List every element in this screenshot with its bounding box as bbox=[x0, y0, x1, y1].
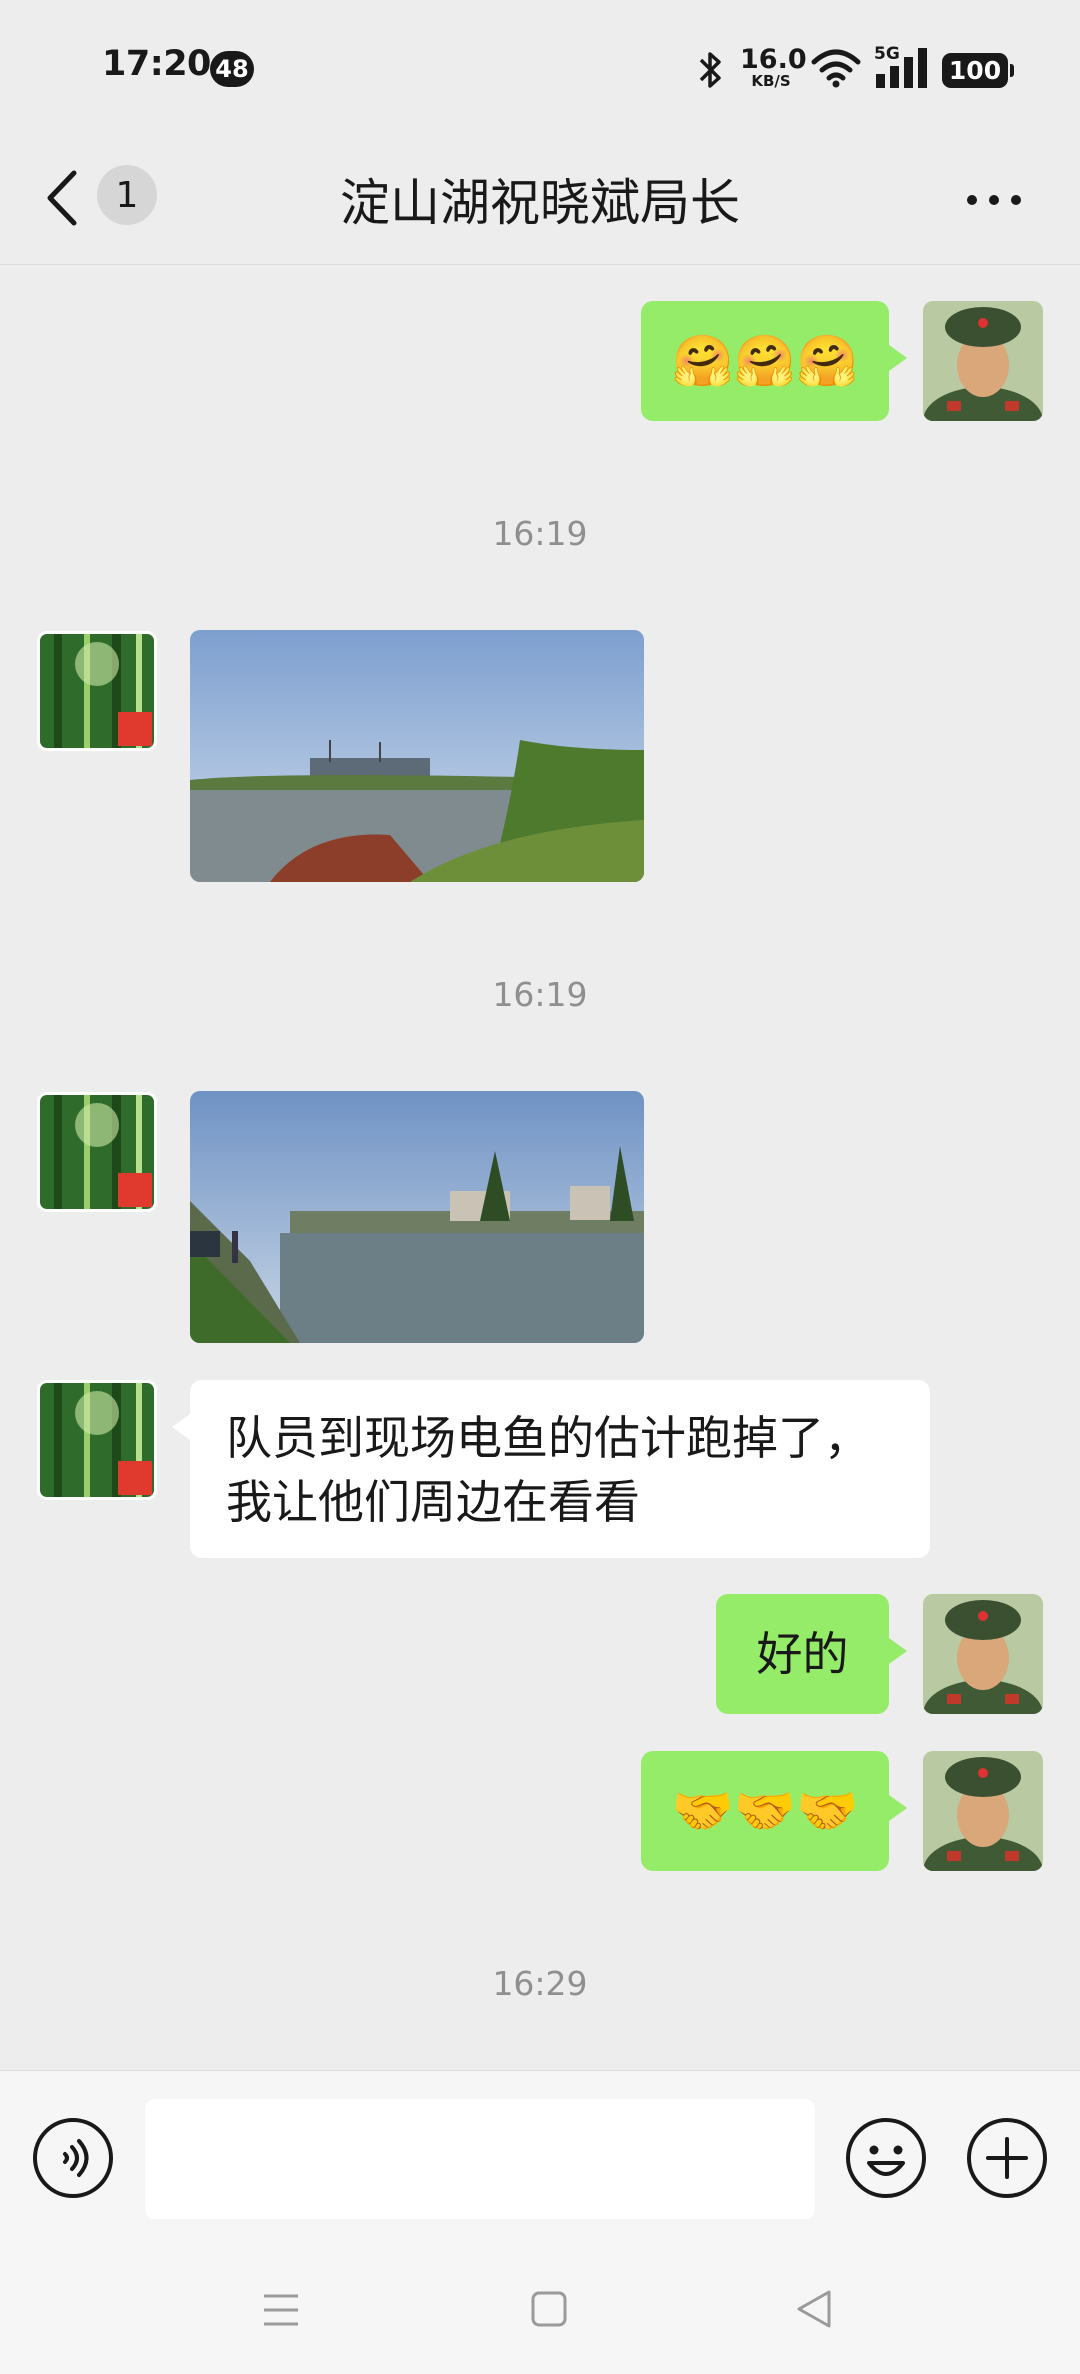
status-bar: 17:20 48 16.0 KB/S 5G 100 bbox=[0, 0, 1080, 135]
contact-avatar[interactable] bbox=[37, 1380, 157, 1500]
wifi-icon bbox=[811, 49, 861, 88]
timestamp: 16:29 bbox=[492, 1964, 588, 2003]
my-avatar[interactable] bbox=[923, 301, 1043, 421]
notification-count-badge: 48 bbox=[210, 51, 254, 87]
china-flag-icon bbox=[118, 712, 152, 746]
message-input-bar bbox=[0, 2070, 1080, 2240]
emoji-icon[interactable] bbox=[845, 2117, 927, 2199]
message-text: 好的 bbox=[756, 1627, 849, 1681]
message-bubble-outgoing[interactable]: 好的 bbox=[716, 1594, 907, 1714]
battery-indicator: 100 bbox=[942, 53, 1014, 88]
more-icon[interactable] bbox=[964, 190, 1024, 210]
voice-icon[interactable] bbox=[32, 2117, 114, 2199]
message-bubble-incoming[interactable]: 队员到现场电鱼的估计跑掉了， 我让他们周边在看看 bbox=[172, 1380, 930, 1560]
signal-icon bbox=[876, 48, 927, 88]
message-line: 我让他们周边在看看 bbox=[226, 1475, 640, 1529]
china-flag-icon bbox=[118, 1461, 152, 1495]
timestamp: 16:19 bbox=[492, 514, 588, 553]
network-speed: 16.0 KB/S bbox=[740, 44, 807, 90]
unread-count-badge[interactable]: 1 bbox=[97, 165, 157, 225]
contact-avatar[interactable] bbox=[37, 631, 157, 751]
menu-icon[interactable] bbox=[262, 2292, 300, 2328]
china-flag-icon bbox=[118, 1173, 152, 1207]
message-bubble-outgoing[interactable]: 🤝🤝🤝 bbox=[641, 1751, 907, 1871]
image-message[interactable] bbox=[190, 1091, 644, 1343]
status-time: 17:20 bbox=[102, 44, 211, 84]
bluetooth-icon bbox=[699, 52, 721, 88]
message-line: 队员到现场电鱼的估计跑掉了， bbox=[226, 1411, 870, 1465]
image-message[interactable] bbox=[190, 630, 644, 882]
my-avatar[interactable] bbox=[923, 1751, 1043, 1871]
emoji-content: 🤗🤗🤗 bbox=[671, 331, 859, 390]
system-back-icon[interactable] bbox=[795, 2288, 833, 2330]
chat-header: 1 淀山湖祝晓斌局长 bbox=[0, 135, 1080, 265]
message-text: 队员到现场电鱼的估计跑掉了， 我让他们周边在看看 bbox=[190, 1380, 930, 1560]
message-input[interactable] bbox=[145, 2099, 815, 2219]
contact-avatar[interactable] bbox=[37, 1092, 157, 1212]
back-icon[interactable] bbox=[44, 169, 80, 227]
my-avatar[interactable] bbox=[923, 1594, 1043, 1714]
emoji-content: 🤝🤝🤝 bbox=[671, 1781, 859, 1840]
message-bubble-outgoing[interactable]: 🤗🤗🤗 bbox=[641, 301, 907, 421]
plus-icon[interactable] bbox=[966, 2117, 1048, 2199]
system-navigation-bar bbox=[0, 2240, 1080, 2374]
timestamp: 16:19 bbox=[492, 975, 588, 1014]
chat-title: 淀山湖祝晓斌局长 bbox=[340, 174, 740, 232]
home-icon[interactable] bbox=[530, 2290, 568, 2328]
